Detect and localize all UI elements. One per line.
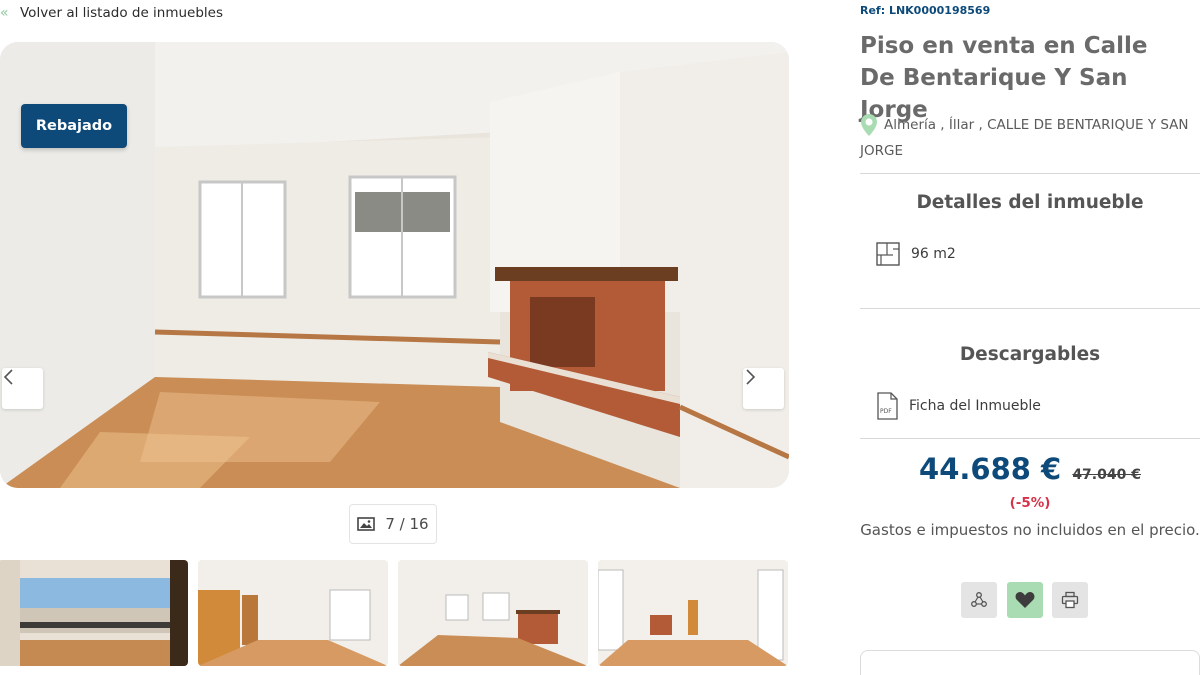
download-property-sheet-link[interactable]: PDF Ficha del Inmueble: [875, 392, 1041, 420]
print-icon: [1061, 591, 1079, 609]
price-block: 44.688 € 47.040 €: [860, 452, 1200, 486]
svg-text:PDF: PDF: [880, 408, 892, 415]
print-button[interactable]: [1052, 582, 1088, 618]
heart-icon: [1015, 592, 1035, 608]
share-icon: [971, 592, 987, 607]
discount-percentage: (-5%): [1009, 495, 1051, 511]
thumbnail-terrace-image: [0, 560, 188, 666]
thumbnail-living-room-window[interactable]: [598, 560, 788, 666]
divider: [860, 308, 1200, 309]
thumbnail-hallway-image: [198, 560, 388, 666]
contact-card: [860, 650, 1200, 675]
thumbnail-fireplace-image: [398, 560, 588, 666]
gallery-next-button[interactable]: [743, 368, 784, 409]
thumbnail-terrace[interactable]: [0, 560, 188, 666]
image-icon: [357, 517, 376, 531]
chevron-right-icon: [746, 369, 756, 385]
location-text: Almería , Íllar , CALLE DE BENTARIQUE Y …: [860, 117, 1189, 159]
property-reference: Ref: LNK0000198569: [860, 4, 991, 17]
gallery-prev-button[interactable]: [2, 368, 43, 409]
back-to-listing-link[interactable]: « Volver al listado de inmuebles: [0, 4, 223, 22]
share-button[interactable]: [961, 582, 997, 618]
downloads-heading: Descargables: [959, 344, 1101, 365]
back-link-label: Volver al listado de inmuebles: [20, 5, 224, 21]
area-value: 96 m2: [911, 246, 956, 262]
property-location: Almería , Íllar , CALLE DE BENTARIQUE Y …: [860, 112, 1195, 164]
double-chevron-left-icon: «: [0, 5, 9, 21]
download-label: Ficha del Inmueble: [909, 398, 1041, 414]
photo-counter[interactable]: 7 / 16: [349, 504, 437, 544]
main-photo[interactable]: Rebajado: [0, 42, 789, 488]
details-heading: Detalles del inmueble: [916, 192, 1144, 213]
current-price: 44.688 €: [919, 452, 1062, 486]
divider: [860, 173, 1200, 174]
chevron-left-icon: [3, 369, 13, 385]
taxes-note: Gastos e impuestos no incluidos en el pr…: [860, 521, 1200, 539]
favorite-button[interactable]: [1007, 582, 1043, 618]
thumbnail-hallway[interactable]: [198, 560, 388, 666]
thumbnail-living-room-fireplace[interactable]: [398, 560, 588, 666]
pdf-icon: PDF: [877, 392, 898, 420]
thumbnail-window-image: [598, 560, 788, 666]
map-pin-icon: [861, 114, 877, 136]
discount-badge: Rebajado: [21, 104, 127, 148]
divider: [860, 438, 1200, 439]
area-detail: 96 m2: [875, 241, 956, 267]
old-price: 47.040 €: [1072, 467, 1141, 483]
floorplan-icon: [876, 242, 900, 266]
photo-counter-label: 7 / 16: [385, 515, 429, 533]
